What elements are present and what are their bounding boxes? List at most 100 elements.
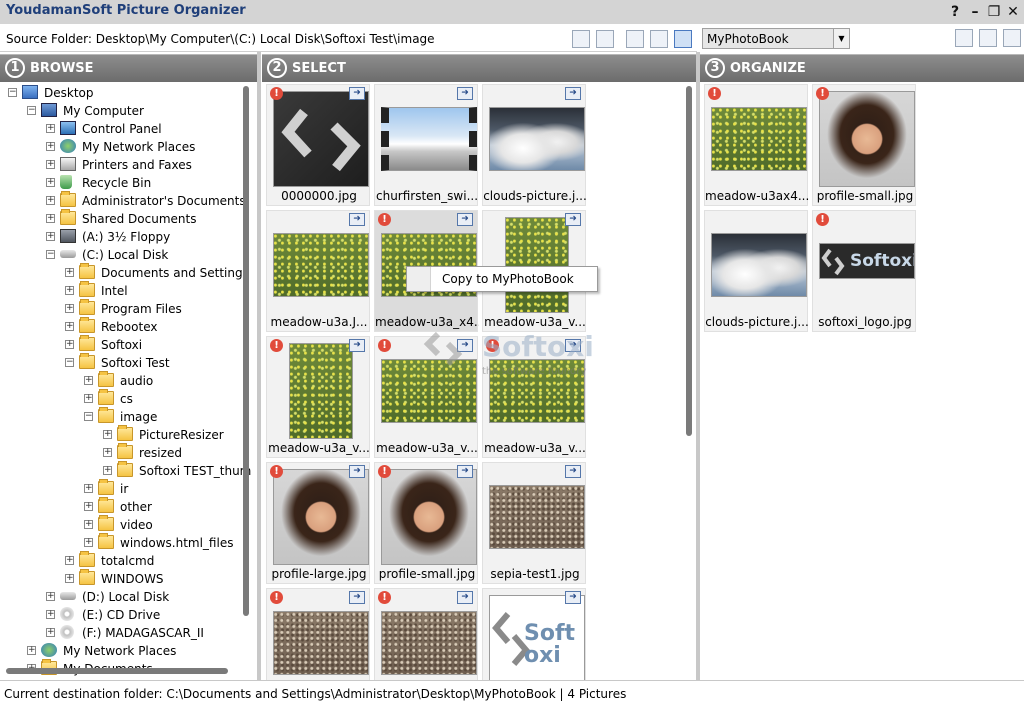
send-to-album-icon[interactable]: ➜ <box>457 591 473 604</box>
expand-icon[interactable]: + <box>46 142 55 151</box>
thumbnail-image <box>381 611 477 675</box>
expand-icon[interactable]: + <box>65 286 74 295</box>
expand-icon[interactable]: + <box>103 466 112 475</box>
expand-icon[interactable]: + <box>84 502 93 511</box>
organize-thumbnail[interactable]: ! meadow-u3ax4... <box>704 84 809 206</box>
expand-icon[interactable]: + <box>65 268 74 277</box>
expand-icon[interactable]: + <box>84 520 93 529</box>
thumbnail-image <box>273 611 369 675</box>
expand-icon[interactable]: + <box>46 628 55 637</box>
select-thumbnail[interactable]: ! ➜ 0000000.jpg <box>266 84 370 206</box>
select-thumbnail[interactable]: ! ➜ meadow-u3a_v... <box>266 336 370 458</box>
select-thumbnail[interactable]: ! ➜ profile-small.jpg <box>374 462 478 584</box>
send-to-album-icon[interactable]: ➜ <box>565 213 581 226</box>
expand-icon[interactable]: + <box>27 646 36 655</box>
copy-to-album-menu-item[interactable]: Copy to MyPhotoBook <box>442 272 574 286</box>
send-to-album-icon[interactable]: ➜ <box>457 465 473 478</box>
tree-item-label: Recycle Bin <box>82 176 152 190</box>
splitter[interactable] <box>257 52 261 680</box>
organize-thumbnail[interactable]: ! profile-small.jpg <box>812 84 916 206</box>
folder-tree[interactable]: − Desktop − My Computer + Control Panel + My Ne… <box>0 82 256 680</box>
send-to-album-icon[interactable]: ➜ <box>349 339 365 352</box>
expand-icon[interactable]: + <box>65 556 74 565</box>
chevron-down-icon[interactable]: ▼ <box>833 29 849 48</box>
restore-button[interactable]: ❐ <box>985 3 1003 21</box>
collapse-icon[interactable]: − <box>65 358 74 367</box>
select-thumbnail[interactable]: ➜ churfirsten_swi... <box>374 84 478 206</box>
expand-icon[interactable]: + <box>84 538 93 547</box>
send-to-album-icon[interactable]: ➜ <box>349 213 365 226</box>
export-icon[interactable] <box>979 29 997 47</box>
tree-item-label: Intel <box>101 284 128 298</box>
select-all-icon[interactable] <box>572 30 590 48</box>
expand-icon[interactable]: + <box>46 196 55 205</box>
select-vertical-scrollbar[interactable] <box>686 86 692 436</box>
expand-icon[interactable]: + <box>65 304 74 313</box>
medium-thumbs-icon[interactable] <box>650 30 668 48</box>
svg-text:oxi: oxi <box>524 643 561 668</box>
collapse-icon[interactable]: − <box>46 250 55 259</box>
small-thumbs-icon[interactable] <box>674 30 692 48</box>
send-to-album-icon[interactable]: ➜ <box>457 213 473 226</box>
context-menu[interactable]: Copy to MyPhotoBook <box>406 266 598 292</box>
send-to-album-icon[interactable]: ➜ <box>565 87 581 100</box>
select-thumbnail[interactable]: Soft oxi ➜ <box>482 588 586 680</box>
expand-icon[interactable]: + <box>65 340 74 349</box>
send-to-album-icon[interactable]: ➜ <box>349 87 365 100</box>
details-view-icon[interactable] <box>596 30 614 48</box>
expand-icon[interactable]: + <box>46 160 55 169</box>
organize-thumbnail[interactable]: clouds-picture.j... <box>704 210 809 332</box>
thumbnail-image <box>819 91 915 187</box>
organize-thumbnail[interactable]: Softoxi! softoxi_logo.jpg <box>812 210 918 332</box>
send-to-album-icon[interactable]: ➜ <box>565 591 581 604</box>
send-to-album-icon[interactable]: ➜ <box>565 465 581 478</box>
collapse-icon[interactable]: − <box>8 88 17 97</box>
close-button[interactable]: ✕ <box>1004 3 1022 21</box>
send-to-album-icon[interactable]: ➜ <box>349 591 365 604</box>
expand-icon[interactable]: + <box>84 484 93 493</box>
collapse-icon[interactable]: − <box>84 412 93 421</box>
album-select[interactable]: MyPhotoBook ▼ <box>702 28 850 49</box>
minimize-button[interactable]: – <box>966 3 984 21</box>
large-thumbs-icon[interactable] <box>626 30 644 48</box>
check-icon[interactable] <box>1003 29 1021 47</box>
expand-icon[interactable]: + <box>46 214 55 223</box>
select-thumbnail[interactable]: ! ➜ <box>266 588 370 680</box>
tree-item-label: video <box>120 518 153 532</box>
organize-grid[interactable]: ! meadow-u3ax4...! profile-small.jpg clouds… <box>700 82 1024 680</box>
expand-icon[interactable]: + <box>84 394 93 403</box>
select-thumbnail[interactable]: ! ➜ profile-large.jpg <box>266 462 370 584</box>
settings-icon[interactable] <box>955 29 973 47</box>
expand-icon[interactable]: + <box>84 376 93 385</box>
select-thumbnail[interactable]: ➜ sepia-test1.jpg <box>482 462 586 584</box>
tree-item-label: Printers and Faxes <box>82 158 192 172</box>
send-to-album-icon[interactable]: ➜ <box>349 465 365 478</box>
tree-item-label: (E:) CD Drive <box>82 608 161 622</box>
send-to-album-icon[interactable]: ➜ <box>457 87 473 100</box>
select-thumbnail[interactable]: ! ➜ <box>374 588 478 680</box>
tree-item-label: My Computer <box>63 104 144 118</box>
tree-item-label: cs <box>120 392 133 406</box>
help-button[interactable]: ? <box>946 3 964 21</box>
collapse-icon[interactable]: − <box>27 106 36 115</box>
expand-icon[interactable]: + <box>65 574 74 583</box>
expand-icon[interactable]: + <box>46 592 55 601</box>
tree-item-label: Control Panel <box>82 122 162 136</box>
select-thumbnail[interactable]: ➜ clouds-picture.j... <box>482 84 587 206</box>
expand-icon[interactable]: + <box>103 448 112 457</box>
tree-horizontal-scrollbar[interactable] <box>6 668 228 674</box>
expand-icon[interactable]: + <box>46 610 55 619</box>
warning-icon: ! <box>270 591 283 604</box>
expand-icon[interactable]: + <box>46 178 55 187</box>
expand-icon[interactable]: + <box>46 124 55 133</box>
floppy-icon <box>60 229 76 243</box>
tree-item-label: Shared Documents <box>82 212 197 226</box>
tree-item-label: other <box>120 500 152 514</box>
tree-item-label: Program Files <box>101 302 182 316</box>
thumbnail-image <box>711 107 807 171</box>
expand-icon[interactable]: + <box>65 322 74 331</box>
expand-icon[interactable]: + <box>46 232 55 241</box>
select-thumbnail[interactable]: ➜ meadow-u3a.J... <box>266 210 370 332</box>
expand-icon[interactable]: + <box>103 430 112 439</box>
tree-vertical-scrollbar[interactable] <box>243 86 249 616</box>
